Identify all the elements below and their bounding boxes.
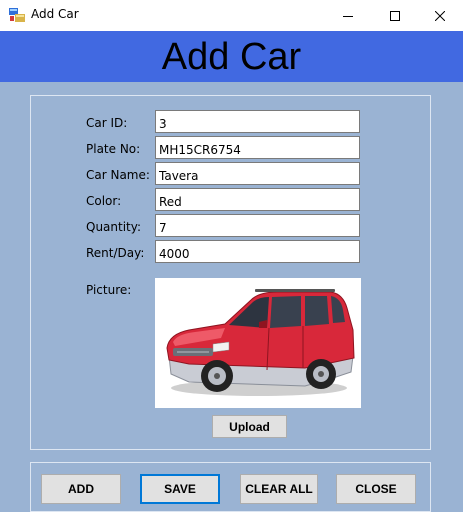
window-title: Add Car xyxy=(31,7,79,21)
rent-per-day-field[interactable] xyxy=(155,240,360,263)
save-button[interactable]: SAVE xyxy=(140,474,220,504)
color-label: Color: xyxy=(86,194,122,208)
picture-label: Picture: xyxy=(86,283,132,297)
window-titlebar[interactable]: Add Car xyxy=(0,0,463,31)
maximize-button[interactable] xyxy=(372,0,418,31)
minimize-button[interactable] xyxy=(325,0,371,31)
car-picture-box xyxy=(155,278,361,408)
upload-button[interactable]: Upload xyxy=(212,415,287,438)
plate-no-label: Plate No: xyxy=(86,142,141,156)
red-suv-car-image xyxy=(166,289,355,396)
close-window-button[interactable] xyxy=(417,0,463,31)
car-id-label: Car ID: xyxy=(86,116,128,130)
maximize-icon xyxy=(390,10,400,21)
plate-no-field[interactable] xyxy=(155,136,360,159)
quantity-label: Quantity: xyxy=(86,220,142,234)
close-button[interactable]: CLOSE xyxy=(336,474,416,504)
clear-all-button[interactable]: CLEAR ALL xyxy=(240,474,318,504)
quantity-field[interactable] xyxy=(155,214,360,237)
close-icon xyxy=(435,10,445,21)
add-button[interactable]: ADD xyxy=(41,474,121,504)
app-icon xyxy=(9,8,25,22)
car-id-field[interactable] xyxy=(155,110,360,133)
page-header: Add Car xyxy=(0,31,463,82)
car-name-label: Car Name: xyxy=(86,168,150,182)
color-field[interactable] xyxy=(155,188,360,211)
rent-per-day-label: Rent/Day: xyxy=(86,246,145,260)
minimize-icon xyxy=(343,15,353,17)
car-name-field[interactable] xyxy=(155,162,360,185)
page-title: Add Car xyxy=(161,35,302,78)
